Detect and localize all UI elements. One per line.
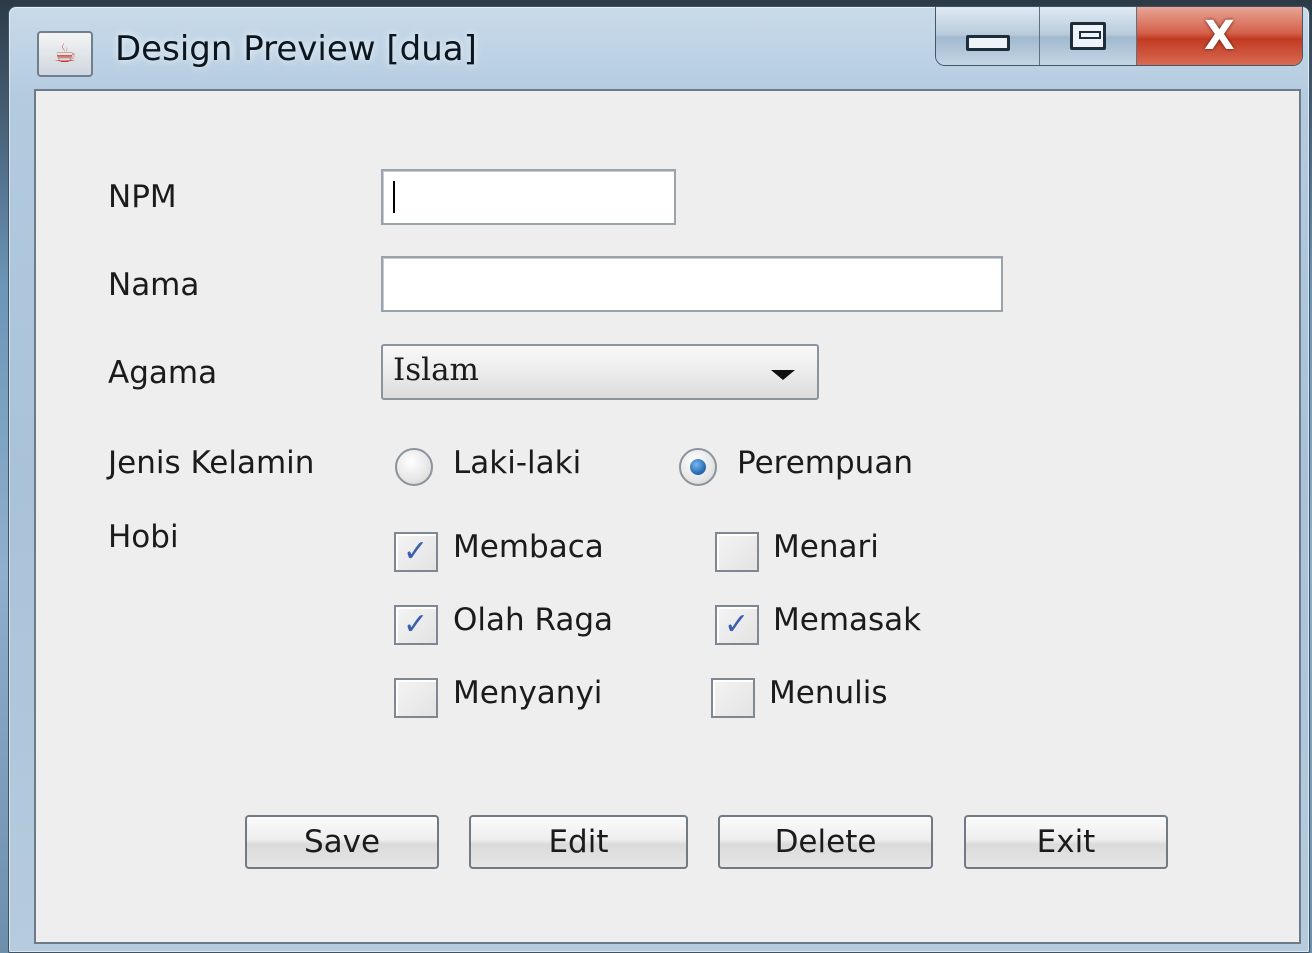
check-icon: ✓ bbox=[403, 534, 429, 569]
check-icon: ✓ bbox=[403, 607, 429, 642]
nama-label: Nama bbox=[108, 267, 200, 303]
jenis-kelamin-label: Jenis Kelamin bbox=[108, 445, 315, 481]
agama-select[interactable]: Islam bbox=[381, 344, 819, 400]
checkbox-menulis-label[interactable]: Menulis bbox=[769, 675, 888, 711]
checkbox-menyanyi-label[interactable]: Menyanyi bbox=[453, 675, 602, 711]
checkbox-menyanyi[interactable] bbox=[394, 678, 438, 718]
checkbox-menari[interactable] bbox=[715, 532, 759, 572]
form-panel: NPM Nama Agama Islam Jenis Kelamin Laki-… bbox=[34, 89, 1301, 944]
hobi-label: Hobi bbox=[108, 519, 179, 555]
checkbox-olah-raga[interactable]: ✓ bbox=[394, 605, 438, 645]
radio-perempuan[interactable] bbox=[679, 448, 717, 486]
agama-label: Agama bbox=[108, 355, 218, 391]
nama-input[interactable] bbox=[381, 256, 1003, 312]
save-button[interactable]: Save bbox=[245, 815, 439, 869]
minimize-icon bbox=[965, 35, 1010, 51]
chevron-down-icon bbox=[771, 370, 795, 380]
radio-laki-laki[interactable] bbox=[395, 448, 433, 486]
close-icon: X bbox=[1204, 13, 1235, 59]
maximize-button[interactable] bbox=[1040, 7, 1137, 65]
check-icon: ✓ bbox=[724, 607, 750, 642]
text-caret bbox=[393, 181, 395, 213]
radio-laki-laki-label[interactable]: Laki-laki bbox=[453, 445, 581, 481]
dialog-window: ☕ Design Preview [dua] X NPM Nama Agama bbox=[8, 6, 1310, 953]
exit-button[interactable]: Exit bbox=[964, 815, 1168, 869]
close-button[interactable]: X bbox=[1136, 7, 1302, 65]
checkbox-memasak[interactable]: ✓ bbox=[715, 605, 759, 645]
java-coffee-icon[interactable]: ☕ bbox=[37, 31, 93, 77]
edit-button[interactable]: Edit bbox=[469, 815, 688, 869]
checkbox-membaca-label[interactable]: Membaca bbox=[453, 529, 604, 565]
npm-input[interactable] bbox=[381, 169, 676, 225]
checkbox-menari-label[interactable]: Menari bbox=[773, 529, 879, 565]
checkbox-memasak-label[interactable]: Memasak bbox=[773, 602, 921, 638]
delete-button[interactable]: Delete bbox=[718, 815, 933, 869]
checkbox-membaca[interactable]: ✓ bbox=[394, 532, 438, 572]
agama-selected-value: Islam bbox=[393, 352, 479, 388]
minimize-button[interactable] bbox=[936, 7, 1041, 65]
checkbox-menulis[interactable] bbox=[711, 678, 755, 718]
caption-buttons: X bbox=[935, 7, 1303, 66]
maximize-icon bbox=[1070, 22, 1107, 50]
title-bar[interactable]: ☕ Design Preview [dua] X bbox=[9, 7, 1309, 89]
checkbox-olah-raga-label[interactable]: Olah Raga bbox=[453, 602, 613, 638]
radio-perempuan-label[interactable]: Perempuan bbox=[737, 445, 913, 481]
npm-label: NPM bbox=[108, 179, 177, 215]
window-title: Design Preview [dua] bbox=[115, 29, 477, 69]
